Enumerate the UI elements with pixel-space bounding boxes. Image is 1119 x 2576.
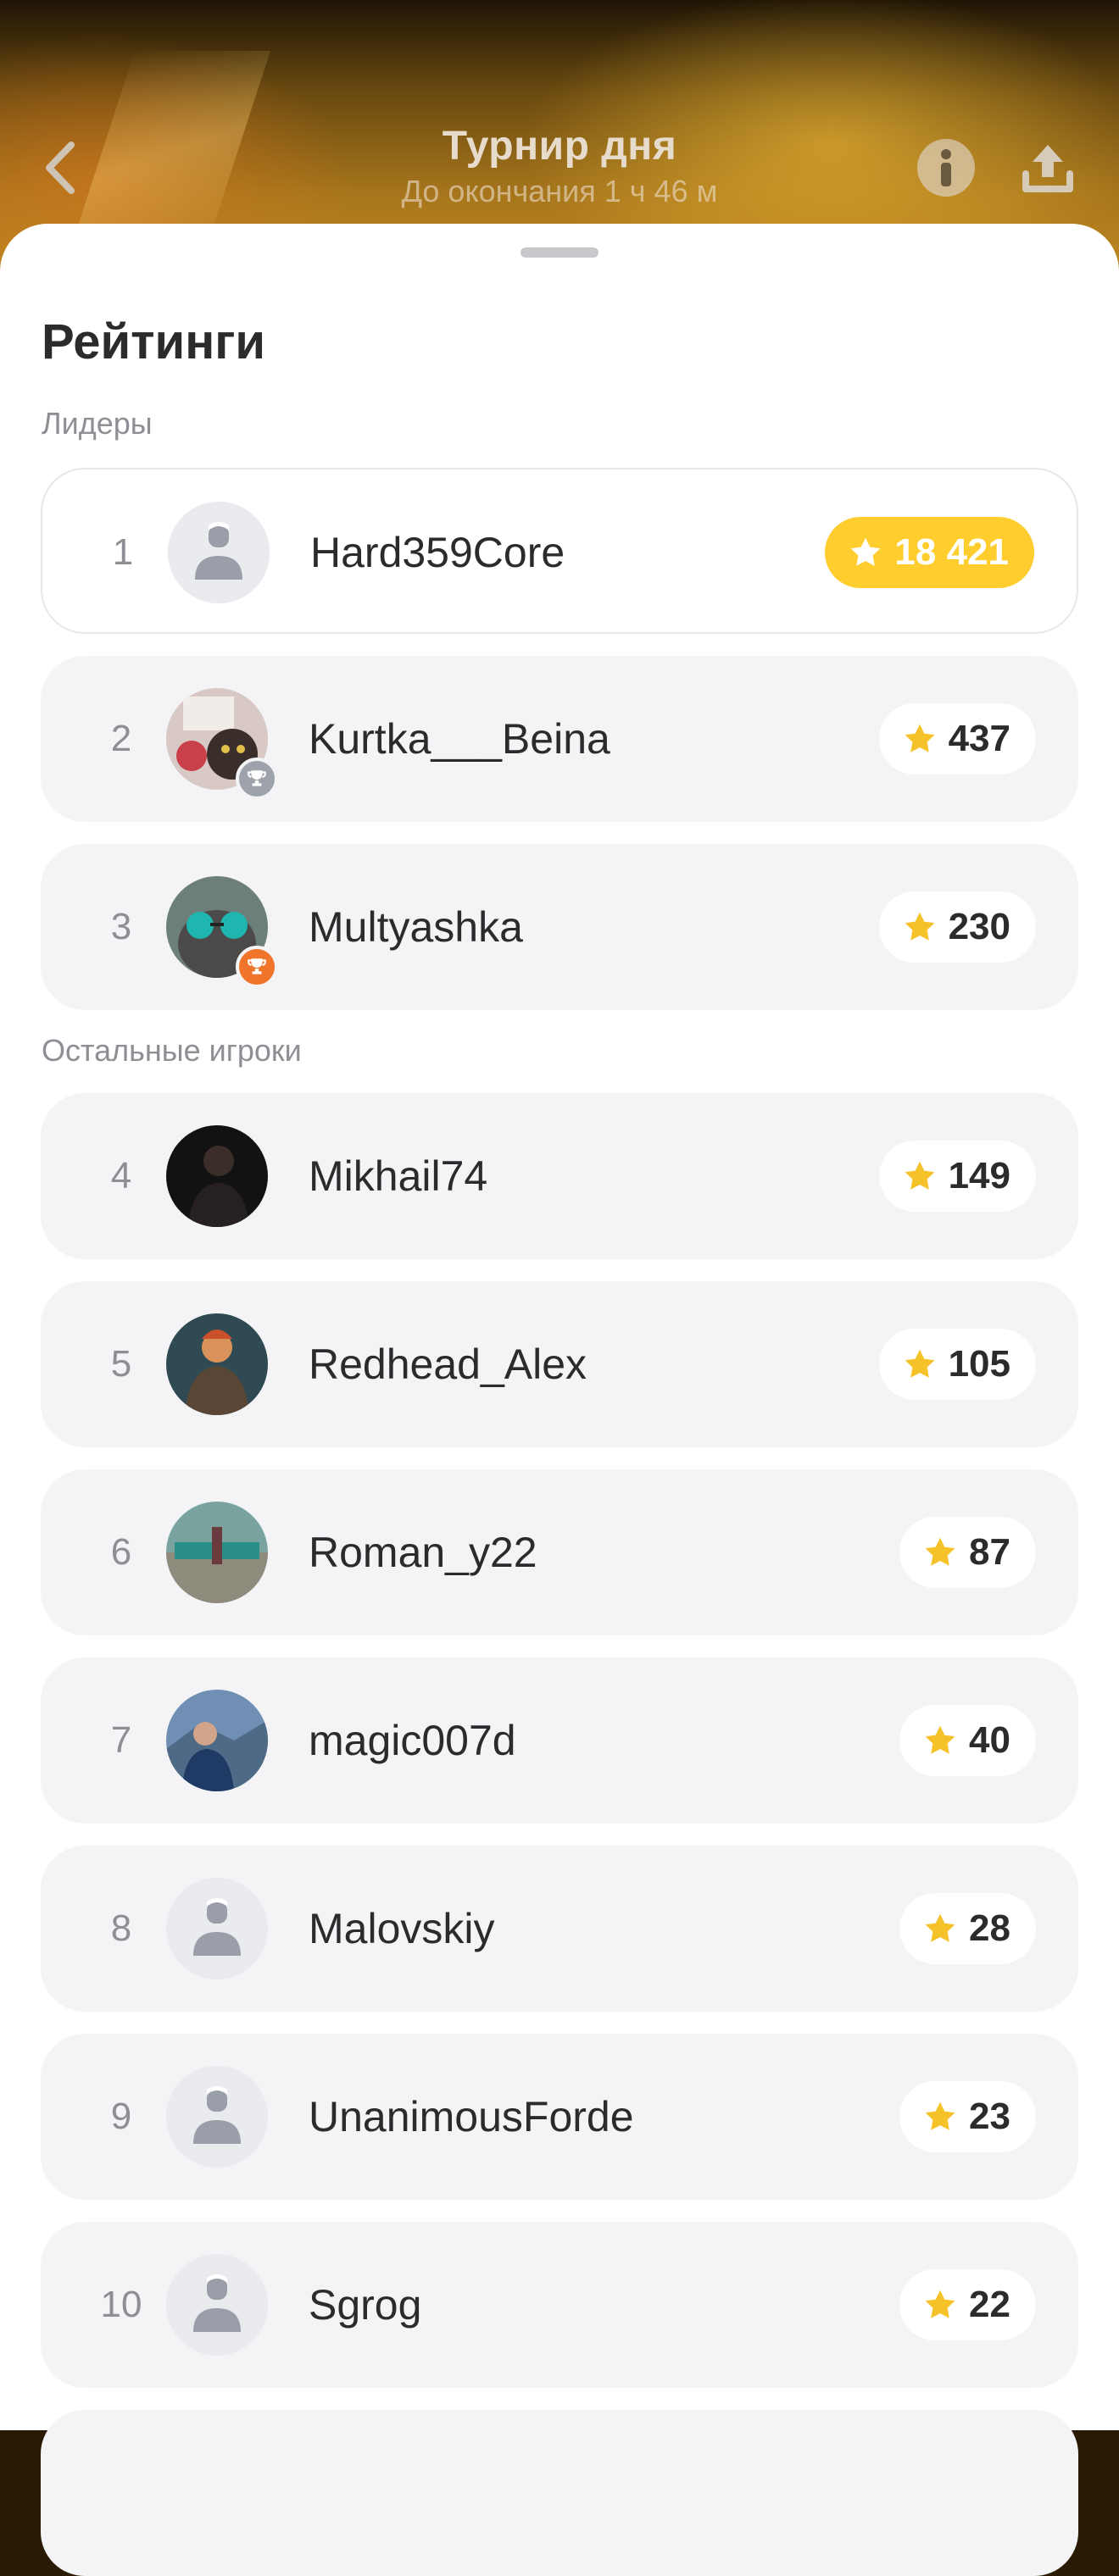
others-label: Остальные игроки	[42, 1033, 302, 1068]
share-icon	[1022, 145, 1073, 192]
leaderboard-row-3[interactable]: 3 Multyashka 230	[41, 844, 1078, 1010]
star-icon	[901, 1158, 938, 1195]
avatar-photo	[166, 1125, 268, 1227]
leaderboard-row-5[interactable]: 5 Redhead_Alex 105	[41, 1281, 1078, 1447]
top-bar: Турнир дня До окончания 1 ч 46 м	[0, 0, 1119, 229]
leaderboard-row-4[interactable]: 4 Mikhail74 149	[41, 1093, 1078, 1259]
score-badge: 28	[899, 1893, 1036, 1964]
player-name: Hard359Core	[310, 529, 565, 576]
leaders-label: Лидеры	[42, 406, 153, 441]
player-name: Multyashka	[309, 903, 523, 951]
rank-number: 2	[110, 718, 132, 759]
avatar-photo	[166, 1502, 268, 1603]
avatar-placeholder	[166, 2254, 268, 2356]
score-value: 149	[948, 1155, 1010, 1196]
player-name: Roman_y22	[309, 1529, 537, 1576]
rank-number: 8	[110, 1907, 132, 1949]
info-icon	[941, 149, 951, 186]
info-button[interactable]	[917, 139, 975, 197]
star-icon	[901, 720, 938, 758]
ratings-title: Рейтинги	[42, 314, 266, 369]
player-name: Malovskiy	[309, 1905, 495, 1952]
rank-number: 3	[110, 906, 132, 947]
leaderboard-row-6[interactable]: 6 Roman_y22 87	[41, 1469, 1078, 1635]
score-value: 23	[969, 2096, 1010, 2137]
star-icon	[921, 2286, 959, 2323]
rank-number: 9	[110, 2096, 132, 2137]
trophy-bronze-icon	[236, 946, 278, 988]
avatar-placeholder	[166, 1878, 268, 1979]
player-name: Mikhail74	[309, 1152, 488, 1200]
score-badge: 230	[878, 891, 1036, 963]
leaderboard-row-2[interactable]: 2 Kurtka___Beina 437	[41, 656, 1078, 822]
share-button[interactable]	[1017, 136, 1078, 200]
leaderboard-row-8[interactable]: 8 Malovskiy 28	[41, 1846, 1078, 2012]
score-value: 87	[969, 1531, 1010, 1573]
leaderboard-row-partial[interactable]	[41, 2410, 1078, 2576]
score-badge: 40	[899, 1705, 1036, 1776]
player-name: Redhead_Alex	[309, 1341, 587, 1388]
score-badge: 18 421	[825, 517, 1034, 588]
sheet-grabber[interactable]	[521, 247, 598, 258]
rank-number: 6	[110, 1531, 132, 1573]
player-name: Kurtka___Beina	[309, 715, 610, 763]
avatar-photo	[166, 1690, 268, 1791]
star-icon	[901, 908, 938, 946]
star-icon	[847, 534, 884, 571]
rank-number: 1	[112, 531, 134, 573]
leaderboard-row-1[interactable]: 1 Hard359Core 18 421	[41, 468, 1078, 634]
rank-number: 7	[110, 1719, 132, 1761]
star-icon	[921, 1910, 959, 1947]
avatar-photo	[166, 688, 278, 800]
score-value: 22	[969, 2284, 1010, 2325]
score-badge: 149	[878, 1141, 1036, 1212]
leaderboard-row-7[interactable]: 7 magic007d 40	[41, 1657, 1078, 1824]
leaderboard-row-9[interactable]: 9 UnanimousForde 23	[41, 2034, 1078, 2200]
star-icon	[901, 1346, 938, 1383]
star-icon	[921, 1534, 959, 1571]
score-value: 437	[948, 718, 1010, 759]
player-name: Sgrog	[309, 2281, 422, 2329]
leaderboard-row-10[interactable]: 10 Sgrog 22	[41, 2222, 1078, 2388]
rank-number: 4	[110, 1155, 132, 1196]
score-value: 105	[948, 1343, 1010, 1385]
score-badge: 87	[899, 1517, 1036, 1588]
score-value: 40	[969, 1719, 1010, 1761]
score-value: 18 421	[894, 531, 1009, 573]
player-name: UnanimousForde	[309, 2093, 634, 2140]
avatar-placeholder	[166, 2066, 268, 2168]
score-badge: 437	[878, 703, 1036, 774]
score-badge: 23	[899, 2081, 1036, 2152]
ratings-sheet: Рейтинги Лидеры 1 Hard359Core 18 421 2 K…	[0, 224, 1119, 2576]
rank-number: 10	[100, 2284, 142, 2325]
star-icon	[921, 2098, 959, 2135]
rank-number: 5	[110, 1343, 132, 1385]
trophy-silver-icon	[236, 758, 278, 800]
score-value: 230	[948, 906, 1010, 947]
score-badge: 22	[899, 2269, 1036, 2340]
score-badge: 105	[878, 1329, 1036, 1400]
player-name: magic007d	[309, 1717, 516, 1764]
star-icon	[921, 1722, 959, 1759]
score-value: 28	[969, 1907, 1010, 1949]
avatar-photo	[166, 1313, 268, 1415]
avatar-placeholder	[168, 502, 270, 603]
avatar-photo	[166, 876, 278, 988]
